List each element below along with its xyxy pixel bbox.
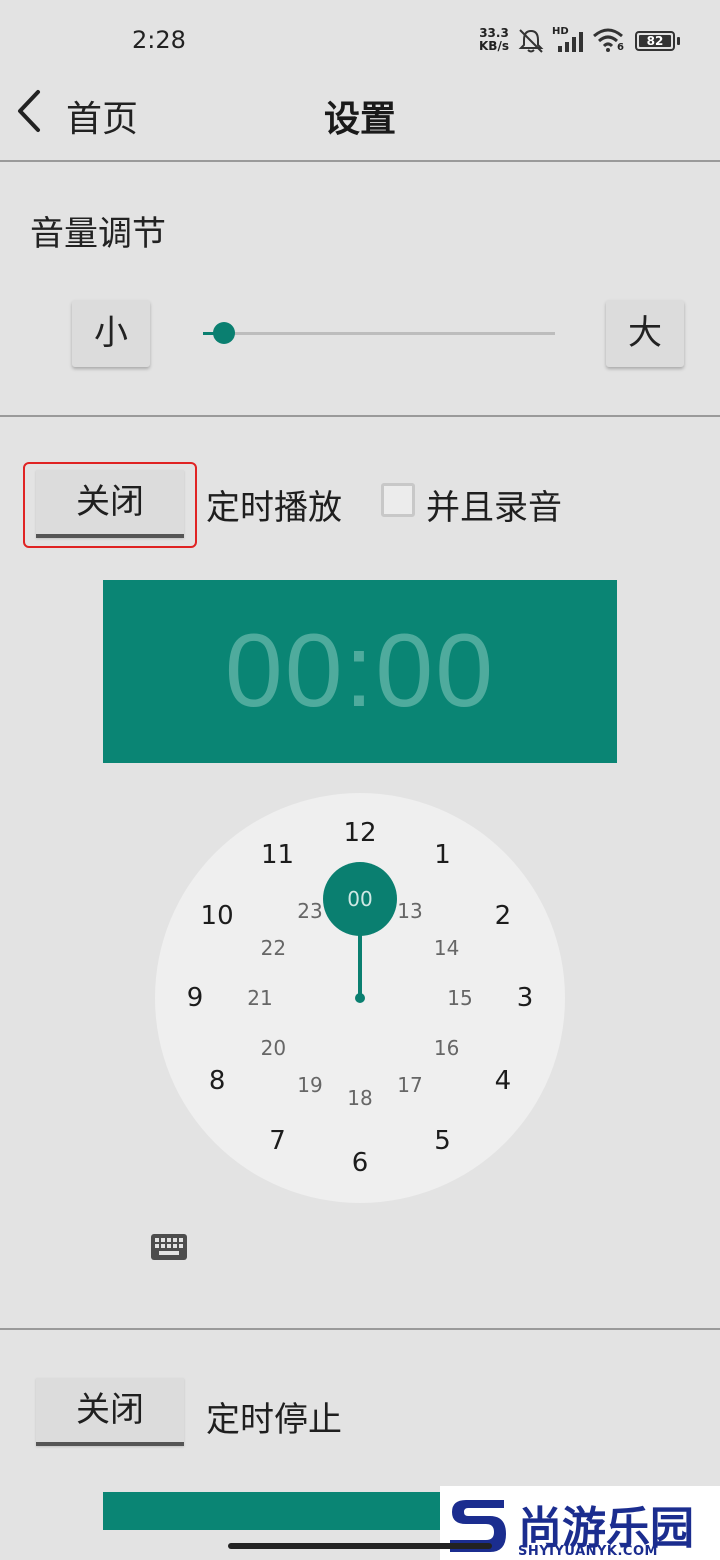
mute-bell-icon — [518, 29, 544, 53]
status-time: 2:28 — [132, 26, 186, 54]
dial-hour-20[interactable]: 20 — [248, 1036, 298, 1060]
timed-play-time-display[interactable]: 00:00 — [103, 580, 617, 763]
volume-section-title: 音量调节 — [30, 214, 166, 254]
dial-selected-value: 00 — [347, 887, 373, 911]
dial-hour-7[interactable]: 7 — [248, 1126, 308, 1156]
volume-divider — [0, 415, 720, 417]
dial-hour-8[interactable]: 8 — [187, 1066, 247, 1096]
record-label[interactable]: 并且录音 — [426, 480, 562, 529]
timed-stop-time-display[interactable] — [103, 1492, 440, 1530]
network-speed-unit: KB/s — [479, 39, 509, 53]
cell-signal-icon — [558, 32, 583, 52]
dial-hour-19[interactable]: 19 — [285, 1073, 335, 1097]
volume-slider-track[interactable] — [203, 332, 555, 335]
dial-hour-5[interactable]: 5 — [413, 1126, 473, 1156]
dial-hour-15[interactable]: 15 — [435, 986, 485, 1010]
timed-play-divider — [0, 1328, 720, 1330]
record-checkbox[interactable] — [381, 483, 415, 517]
battery-level: 82 — [646, 34, 664, 48]
battery-tip — [677, 37, 680, 45]
dial-hour-21[interactable]: 21 — [235, 986, 285, 1010]
timed-stop-label: 定时停止 — [206, 1400, 342, 1440]
dial-hour-9[interactable]: 9 — [165, 983, 225, 1013]
volume-up-button[interactable]: 大 — [606, 300, 684, 367]
keyboard-icon[interactable] — [150, 1232, 188, 1262]
timed-play-time-value: 00:00 — [224, 613, 496, 729]
timed-play-label: 定时播放 — [206, 488, 342, 528]
timed-stop-toggle-button[interactable]: 关闭 — [36, 1378, 184, 1446]
wifi-label: 6 — [617, 42, 624, 53]
dial-hour-12[interactable]: 12 — [330, 818, 390, 848]
dial-hour-3[interactable]: 3 — [495, 983, 555, 1013]
dial-hour-11[interactable]: 11 — [248, 840, 308, 870]
volume-slider-thumb[interactable] — [213, 322, 236, 344]
back-chevron-icon[interactable] — [14, 88, 44, 134]
dial-hour-10[interactable]: 10 — [187, 901, 247, 931]
dial-hour-2[interactable]: 2 — [473, 901, 533, 931]
dial-hour-1[interactable]: 1 — [413, 840, 473, 870]
home-indicator[interactable] — [228, 1543, 492, 1549]
dial-hour-16[interactable]: 16 — [422, 1036, 472, 1060]
battery-icon: 82 — [635, 31, 675, 51]
dial-hour-4[interactable]: 4 — [473, 1066, 533, 1096]
timed-play-toggle-button[interactable]: 关闭 — [36, 470, 184, 538]
network-speed: 33.3 KB/s — [479, 27, 509, 53]
dial-hour-18[interactable]: 18 — [335, 1086, 385, 1110]
header-divider — [0, 160, 720, 162]
dial-hour-22[interactable]: 22 — [248, 936, 298, 960]
dial-hour-6[interactable]: 6 — [330, 1148, 390, 1178]
back-button-label[interactable]: 首页 — [66, 90, 138, 142]
dial-hand — [358, 930, 362, 998]
dial-hour-17[interactable]: 17 — [385, 1073, 435, 1097]
volume-down-button[interactable]: 小 — [72, 300, 150, 367]
watermark-subtitle: SHYIYUANYK.COM — [518, 1544, 658, 1559]
dial-hour-14[interactable]: 14 — [422, 936, 472, 960]
dial-center-dot — [355, 993, 365, 1003]
